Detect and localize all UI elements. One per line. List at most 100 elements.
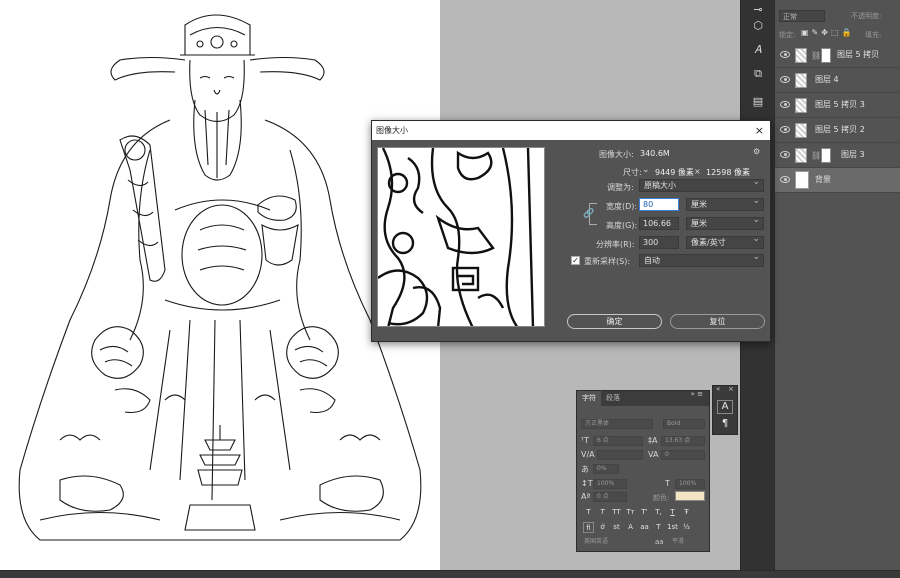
panel-menu-icon[interactable]: » ≡ bbox=[691, 390, 703, 398]
lock-label: 锁定: bbox=[779, 31, 796, 39]
anti-alias-icon: aa bbox=[655, 538, 664, 546]
tab-paragraph[interactable]: 段落 bbox=[601, 391, 625, 406]
tracking-field[interactable]: 0 bbox=[661, 450, 705, 460]
titling-alternates-button[interactable]: aa bbox=[639, 522, 650, 533]
leading-field[interactable]: 13.63 点 bbox=[661, 436, 705, 446]
dimensions-times: × bbox=[694, 167, 701, 176]
visibility-eye-icon[interactable] bbox=[780, 76, 790, 83]
vertical-scale-icon: ↕T bbox=[581, 479, 593, 488]
layer-comps-icon[interactable]: ⧉ bbox=[749, 66, 767, 82]
ligature-button[interactable]: fi bbox=[583, 522, 594, 533]
faux-bold-button[interactable]: T bbox=[583, 507, 594, 518]
image-size-dialog: 图像大小 × 图像大小: 340.6M ⚙ 尺寸: ⌄ 9449 像素 × 12… bbox=[371, 120, 771, 342]
all-caps-button[interactable]: TT bbox=[611, 507, 622, 518]
fractions-button[interactable]: ½ bbox=[681, 522, 692, 533]
layer-row[interactable]: 图层 5 拷贝 2 bbox=[775, 118, 900, 143]
resolution-unit-select[interactable]: 像素/英寸 bbox=[686, 234, 764, 249]
layer-row[interactable]: ⛓ 图层 3 bbox=[775, 143, 900, 168]
leading-value: 13.63 点 bbox=[665, 437, 691, 444]
leading-icon: ‡A bbox=[648, 436, 658, 445]
image-preview[interactable] bbox=[377, 147, 545, 327]
width-unit: 厘米 bbox=[691, 200, 707, 209]
tab-character[interactable]: 字符 bbox=[577, 391, 601, 406]
horizontal-scale-value: 100% bbox=[679, 480, 697, 487]
strikethrough-button[interactable]: Ŧ bbox=[681, 507, 692, 518]
layer-thumbnail bbox=[795, 48, 807, 63]
fit-to-select[interactable]: 原稿大小 bbox=[639, 177, 764, 192]
image-size-value: 340.6M bbox=[640, 149, 670, 158]
anti-alias-select[interactable]: 平滑 bbox=[669, 538, 705, 548]
layer-name: 图层 3 bbox=[841, 150, 865, 159]
font-style-select[interactable]: Bold bbox=[663, 419, 705, 429]
font-size-field[interactable]: 6 点 bbox=[593, 436, 643, 446]
language-select[interactable]: 美国英语 bbox=[581, 538, 641, 548]
font-family-value: 方正黑体 bbox=[585, 420, 610, 427]
character-panel-icon[interactable]: A bbox=[717, 400, 733, 414]
horizontal-scale-field[interactable]: 100% bbox=[675, 479, 705, 489]
faux-italic-button[interactable]: T bbox=[597, 507, 608, 518]
link-chain-icon[interactable]: 🔗 bbox=[583, 209, 594, 219]
history-icon[interactable]: ⊸ bbox=[749, 2, 767, 18]
vertical-scale-value: 100% bbox=[597, 480, 615, 487]
layer-name: 图层 5 拷贝 bbox=[837, 50, 880, 59]
status-bar bbox=[0, 570, 900, 578]
height-label: 高度(G): bbox=[606, 221, 638, 230]
fill-label: 填充: bbox=[865, 31, 882, 39]
properties-icon[interactable]: ▤ bbox=[749, 94, 767, 110]
chevron-down-icon[interactable]: ⌄ bbox=[642, 165, 650, 175]
layer-name: 图层 5 拷贝 2 bbox=[815, 125, 865, 134]
small-caps-button[interactable]: Tт bbox=[625, 507, 636, 518]
width-unit-select[interactable]: 厘米 bbox=[686, 196, 764, 211]
layer-row[interactable]: 图层 5 拷贝 3 bbox=[775, 93, 900, 118]
vertical-scale-field[interactable]: 100% bbox=[593, 479, 627, 489]
resample-checkbox[interactable]: ✓ bbox=[571, 256, 580, 265]
link-chain-icon: ⛓ bbox=[811, 51, 822, 60]
resample-value: 自动 bbox=[644, 256, 660, 265]
resolution-unit: 像素/英寸 bbox=[691, 238, 726, 247]
stylistic-alternates-button[interactable]: A bbox=[625, 522, 636, 533]
kerning-field[interactable] bbox=[597, 450, 643, 460]
ordinals-button[interactable]: 1st bbox=[667, 522, 678, 533]
collapse-icon[interactable]: « bbox=[716, 385, 720, 393]
font-family-select[interactable]: 方正黑体 bbox=[581, 419, 653, 429]
text-color-swatch[interactable] bbox=[675, 491, 705, 501]
baseline-shift-field[interactable]: 0 点 bbox=[593, 492, 627, 502]
layer-thumbnail bbox=[795, 98, 807, 113]
visibility-eye-icon[interactable] bbox=[780, 101, 790, 108]
close-icon[interactable]: × bbox=[728, 385, 734, 393]
visibility-eye-icon[interactable] bbox=[780, 51, 790, 58]
close-icon[interactable]: × bbox=[755, 121, 764, 140]
blend-mode-select[interactable]: 正常 bbox=[779, 10, 825, 22]
visibility-eye-icon[interactable] bbox=[780, 151, 790, 158]
ornaments-button[interactable]: T bbox=[653, 522, 664, 533]
character-panel-icon[interactable]: 𝐴 bbox=[749, 42, 767, 58]
paragraph-panel-icon[interactable]: ¶ bbox=[717, 417, 733, 431]
reset-button[interactable]: 复位 bbox=[670, 314, 765, 329]
height-unit-select[interactable]: 厘米 bbox=[686, 215, 764, 230]
lock-icons[interactable]: ▣✎✥⬚🔒 bbox=[801, 28, 854, 37]
height-input[interactable]: 106.66 bbox=[639, 217, 679, 230]
gear-icon[interactable]: ⚙ bbox=[753, 147, 760, 156]
visibility-eye-icon[interactable] bbox=[780, 126, 790, 133]
layer-row[interactable]: 图层 4 bbox=[775, 68, 900, 93]
tsume-field[interactable]: 0% bbox=[593, 464, 619, 474]
layer-row[interactable]: ⛓ 图层 5 拷贝 bbox=[775, 43, 900, 68]
layer-name: 图层 4 bbox=[815, 75, 839, 84]
ok-button[interactable]: 确定 bbox=[567, 314, 662, 329]
superscript-button[interactable]: T' bbox=[639, 507, 650, 518]
layer-thumbnail bbox=[795, 73, 807, 88]
subscript-button[interactable]: T, bbox=[653, 507, 664, 518]
layer-row-selected[interactable]: 背景 bbox=[775, 168, 900, 193]
layers-panel: 正常 不透明度: 锁定: ▣✎✥⬚🔒 填充: ⛓ 图层 5 拷贝 图层 4 图层… bbox=[774, 0, 900, 570]
baseline-shift-icon: Aª bbox=[581, 492, 591, 501]
resample-select[interactable]: 自动 bbox=[639, 252, 764, 267]
3d-cube-icon[interactable]: ⬡ bbox=[749, 18, 767, 34]
character-panel-tabs: 字符 段落 » ≡ bbox=[577, 390, 709, 406]
discretionary-ligature-button[interactable]: ớ bbox=[597, 522, 608, 533]
resolution-input[interactable]: 300 bbox=[639, 236, 679, 249]
swash-button[interactable]: st bbox=[611, 522, 622, 533]
width-input[interactable]: 80 bbox=[639, 198, 679, 211]
visibility-eye-icon[interactable] bbox=[780, 176, 790, 183]
underline-button[interactable]: T bbox=[667, 507, 678, 518]
preview-detail-art bbox=[378, 148, 535, 326]
